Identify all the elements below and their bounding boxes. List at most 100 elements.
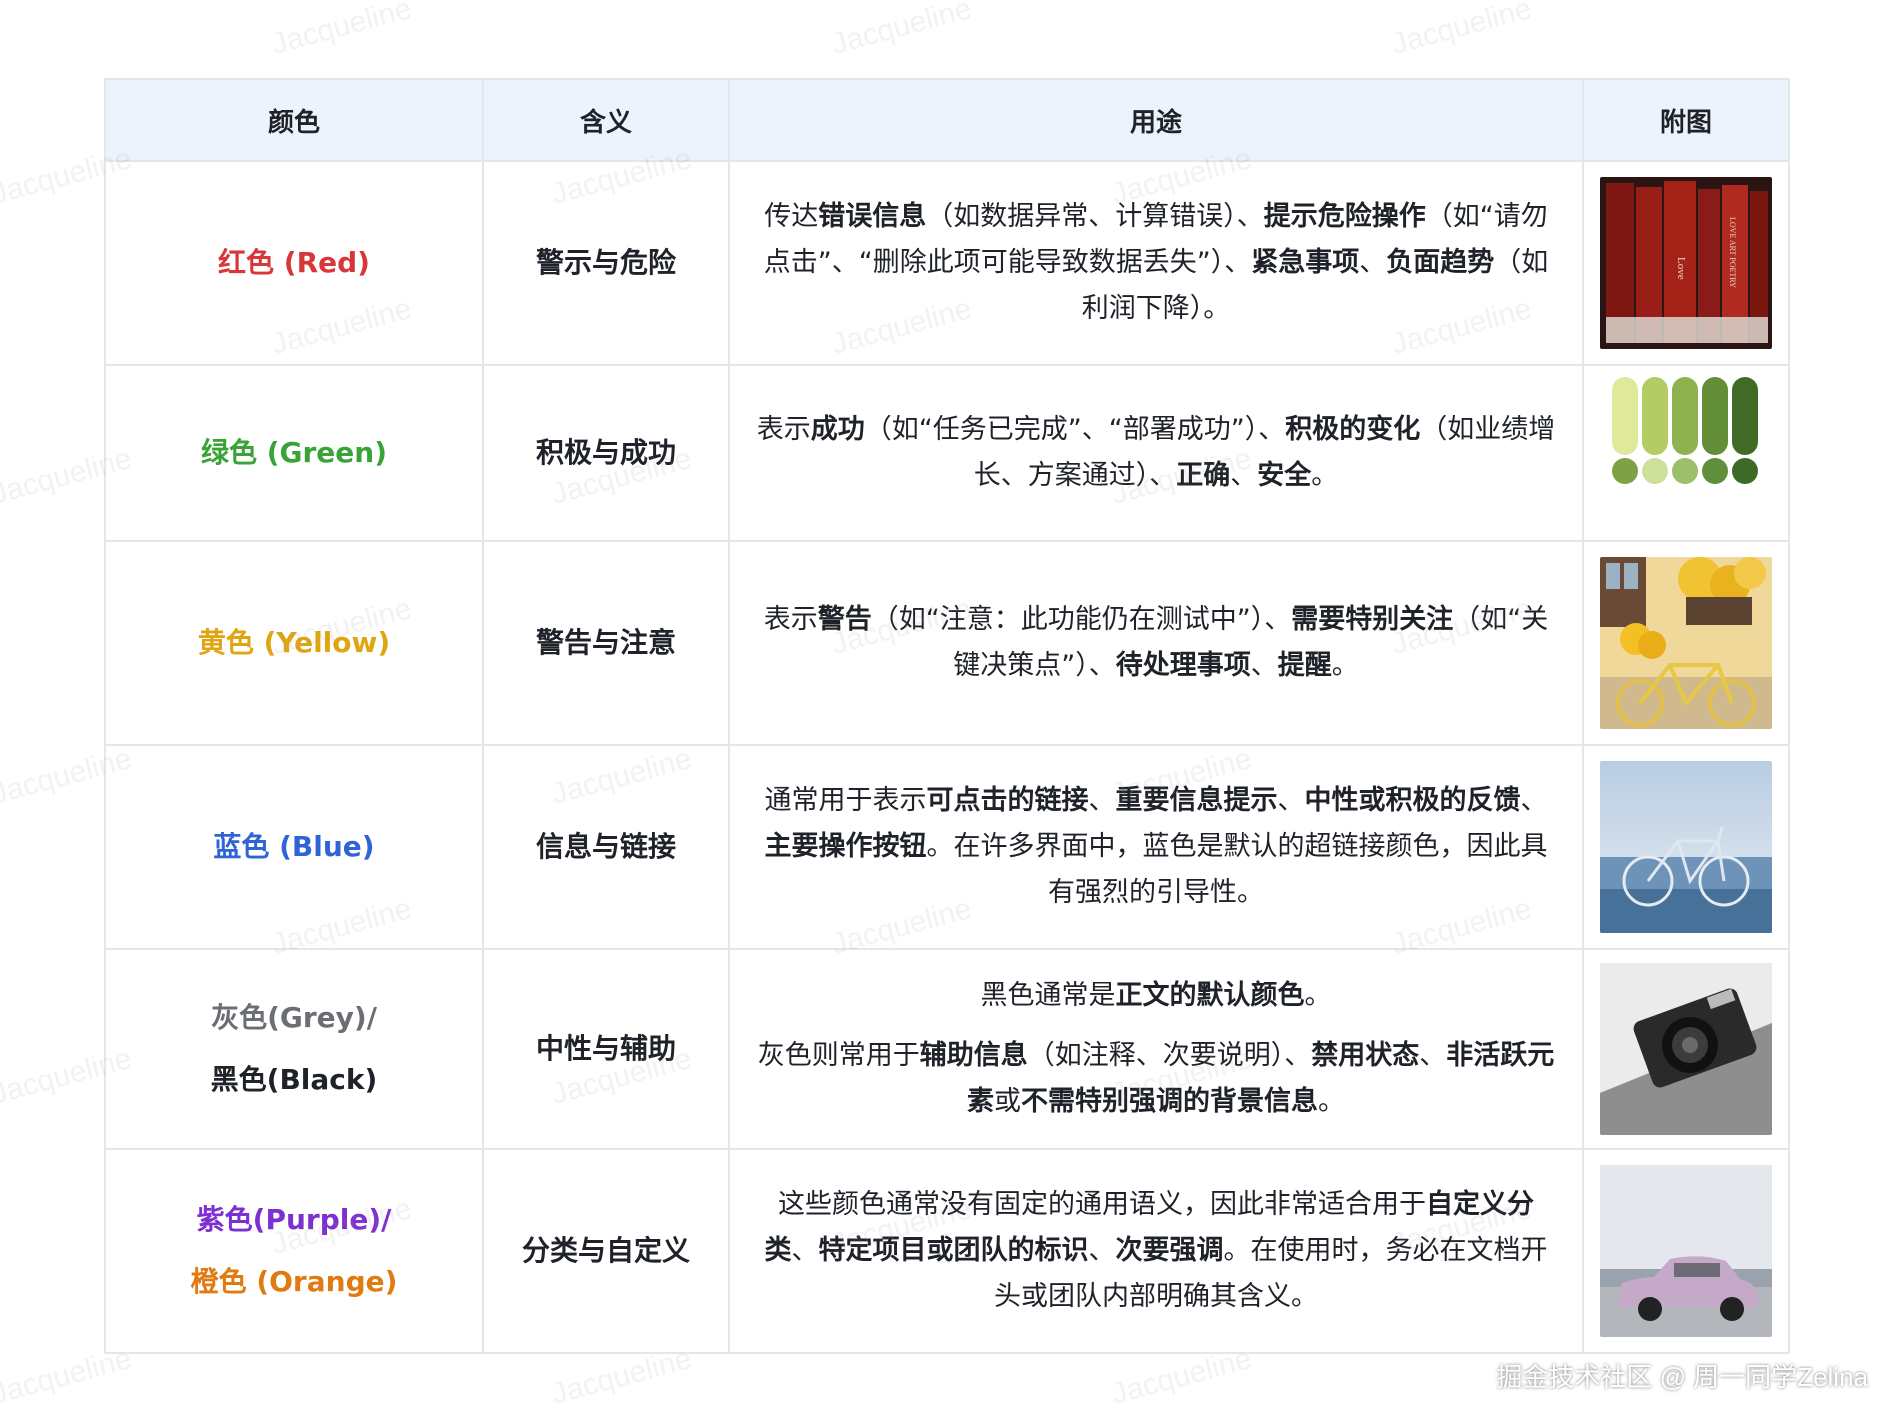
watermark: Jacqueline	[268, 0, 416, 62]
usage-text: 黑色通常是	[980, 980, 1116, 1011]
color-name: 红色 (Red)	[218, 246, 370, 279]
svg-text:LOVE ART POETRY: LOVE ART POETRY	[1728, 217, 1737, 288]
color-name-cell: 红色 (Red)	[104, 160, 484, 366]
usage-text: 。	[1318, 1086, 1345, 1117]
usage-cell: 这些颜色通常没有固定的通用语义，因此非常适合用于自定义分类、特定项目或团队的标识…	[728, 1148, 1584, 1354]
usage-emphasis: 辅助信息	[919, 1040, 1028, 1071]
color-name: 橙色 (Orange)	[190, 1265, 398, 1298]
usage-emphasis: 需要特别关注	[1291, 604, 1454, 635]
usage-text: 。	[1331, 650, 1359, 681]
header-image: 附图	[1582, 78, 1790, 162]
image-cell	[1582, 948, 1790, 1150]
meaning-cell: 中性与辅助	[482, 948, 730, 1150]
color-name: 灰色(Grey)/	[211, 1001, 377, 1034]
purple-car-image	[1600, 1165, 1772, 1337]
usage-emphasis: 次要强调	[1115, 1235, 1224, 1266]
image-cell	[1582, 1148, 1790, 1354]
watermark: Jacqueline	[828, 0, 976, 62]
usage-emphasis: 禁用状态	[1311, 1040, 1420, 1071]
usage-emphasis: 重要信息提示	[1115, 785, 1278, 816]
usage-emphasis: 负面趋势	[1386, 247, 1495, 278]
usage-paragraph: 表示警告（如“注意：此功能仍在测试中”）、需要特别关注（如“关键决策点”）、待处…	[752, 597, 1560, 689]
color-name-cell: 绿色 (Green)	[104, 364, 484, 542]
header-color: 颜色	[104, 78, 484, 162]
usage-emphasis: 正确	[1176, 460, 1231, 491]
usage-text: （如注释、次要说明）、	[1027, 1040, 1312, 1071]
usage-emphasis: 提醒	[1277, 650, 1332, 681]
usage-emphasis: 警告	[817, 604, 872, 635]
usage-text: 或	[994, 1086, 1021, 1117]
usage-text: 、	[1419, 1040, 1447, 1071]
color-name: 黑色(Black)	[210, 1063, 378, 1096]
usage-emphasis: 中性或积极的反馈	[1304, 785, 1521, 816]
usage-emphasis: 提示危险操作	[1263, 201, 1426, 232]
usage-text: 、	[1520, 785, 1548, 816]
image-cell	[1582, 364, 1790, 542]
usage-emphasis: 不需特别强调的背景信息	[1021, 1086, 1318, 1117]
usage-paragraph: 表示成功（如“任务已完成”、“部署成功”）、积极的变化（如业绩增长、方案通过）、…	[752, 407, 1560, 499]
usage-text: 通常用于表示	[764, 785, 927, 816]
usage-text: 表示	[763, 604, 818, 635]
usage-text: 、	[1088, 785, 1116, 816]
usage-emphasis: 待处理事项	[1115, 650, 1251, 681]
image-cell: Love LOVE ART POETRY	[1582, 160, 1790, 366]
usage-emphasis: 成功	[810, 414, 865, 445]
green-palette-image	[1600, 367, 1772, 539]
usage-cell: 黑色通常是正文的默认颜色。 灰色则常用于辅助信息（如注释、次要说明）、禁用状态、非…	[728, 948, 1584, 1150]
usage-emphasis: 正文的默认颜色	[1115, 980, 1305, 1011]
usage-text: 。在许多界面中，蓝色是默认的超链接颜色，因此具有强烈的引导性。	[926, 831, 1548, 908]
usage-emphasis: 错误信息	[818, 201, 927, 232]
header-usage: 用途	[728, 78, 1584, 162]
usage-paragraph: 黑色通常是正文的默认颜色。	[752, 973, 1560, 1019]
usage-text: 表示	[756, 414, 811, 445]
usage-text: 传达	[764, 201, 819, 232]
usage-text: 、	[791, 1235, 819, 1266]
usage-cell: 表示警告（如“注意：此功能仍在测试中”）、需要特别关注（如“关键决策点”）、待处…	[728, 540, 1584, 746]
usage-paragraph: 灰色则常用于辅助信息（如注释、次要说明）、禁用状态、非活跃元素或不需特别强调的背…	[752, 1033, 1560, 1125]
meaning-cell: 警告与注意	[482, 540, 730, 746]
yellow-bicycle-flowers-image	[1600, 557, 1772, 729]
color-name-cell: 蓝色 (Blue)	[104, 744, 484, 950]
watermark: Jacqueline	[1388, 0, 1536, 62]
usage-text: （如“注意：此功能仍在测试中”）、	[871, 604, 1292, 635]
footer-credit: 掘金技术社区 @ 周一同学Zelina	[1496, 1362, 1868, 1392]
meaning-cell: 信息与链接	[482, 744, 730, 950]
table-header-row: 颜色 含义 用途 附图	[104, 78, 1790, 162]
header-meaning: 含义	[482, 78, 730, 162]
usage-paragraph: 通常用于表示可点击的链接、重要信息提示、中性或积极的反馈、主要操作按钮。在许多界…	[752, 778, 1560, 916]
table-row: 灰色(Grey)/ 黑色(Black) 中性与辅助 黑色通常是正文的默认颜色。灰…	[104, 948, 1790, 1150]
blue-bicycle-beach-image	[1600, 761, 1772, 933]
meaning-cell: 警示与危险	[482, 160, 730, 366]
usage-text: 。	[1311, 460, 1339, 491]
table-row: 黄色 (Yellow) 警告与注意 表示警告（如“注意：此功能仍在测试中”）、需…	[104, 540, 1790, 746]
color-name: 蓝色 (Blue)	[213, 830, 375, 863]
usage-emphasis: 安全	[1257, 460, 1312, 491]
usage-cell: 表示成功（如“任务已完成”、“部署成功”）、积极的变化（如业绩增长、方案通过）、…	[728, 364, 1584, 542]
color-name-cell: 黄色 (Yellow)	[104, 540, 484, 746]
svg-text:Love: Love	[1675, 257, 1687, 280]
usage-emphasis: 紧急事项	[1251, 247, 1360, 278]
usage-text: （如“任务已完成”、“部署成功”）、	[864, 414, 1286, 445]
color-name: 黄色 (Yellow)	[197, 626, 391, 659]
usage-text: 、	[1359, 247, 1387, 278]
color-name: 紫色(Purple)/	[196, 1203, 392, 1236]
meaning-cell: 分类与自定义	[482, 1148, 730, 1354]
image-cell	[1582, 744, 1790, 950]
usage-text: 灰色则常用于	[757, 1040, 920, 1071]
red-books-image: Love LOVE ART POETRY	[1600, 177, 1772, 349]
grey-camera-image	[1600, 963, 1772, 1135]
color-name-cell: 紫色(Purple)/ 橙色 (Orange)	[104, 1148, 484, 1354]
usage-text: 、	[1277, 785, 1305, 816]
usage-paragraph: 这些颜色通常没有固定的通用语义，因此非常适合用于自定义分类、特定项目或团队的标识…	[752, 1182, 1560, 1320]
usage-cell: 通常用于表示可点击的链接、重要信息提示、中性或积极的反馈、主要操作按钮。在许多界…	[728, 744, 1584, 950]
usage-text: 。	[1304, 980, 1332, 1011]
color-name-cell: 灰色(Grey)/ 黑色(Black)	[104, 948, 484, 1150]
meaning-cell: 积极与成功	[482, 364, 730, 542]
color-name: 绿色 (Green)	[200, 436, 388, 469]
usage-text: 、	[1230, 460, 1258, 491]
usage-emphasis: 特定项目或团队的标识	[818, 1235, 1089, 1266]
usage-emphasis: 积极的变化	[1285, 414, 1421, 445]
usage-paragraph: 传达错误信息（如数据异常、计算错误）、提示危险操作（如“请勿点击”、“删除此项可…	[752, 194, 1560, 332]
usage-text: 、	[1088, 1235, 1116, 1266]
table-row: 蓝色 (Blue) 信息与链接 通常用于表示可点击的链接、重要信息提示、中性或积…	[104, 744, 1790, 950]
